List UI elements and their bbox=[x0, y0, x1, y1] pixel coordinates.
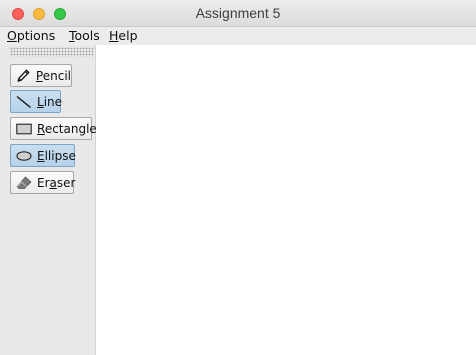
ellipse-label-post: llipse bbox=[44, 148, 76, 163]
eraser-label-mnemonic: a bbox=[49, 175, 57, 190]
eraser-label-post: ser bbox=[56, 175, 76, 190]
ellipse-label-mnemonic: E bbox=[37, 148, 45, 163]
title-bar[interactable]: Assignment 5 bbox=[0, 0, 476, 27]
menu-help[interactable]: Help bbox=[109, 27, 138, 45]
window-title: Assignment 5 bbox=[195, 5, 281, 21]
rectangle-tool-label: Rectangle bbox=[37, 122, 97, 136]
pencil-label-mnemonic: P bbox=[35, 68, 43, 83]
pencil-tool-button[interactable]: Pencil bbox=[10, 64, 72, 87]
rectangle-tool-button[interactable]: Rectangle bbox=[10, 117, 97, 140]
rectangle-label-mnemonic: R bbox=[37, 121, 45, 136]
menu-tools-label: ools bbox=[74, 28, 100, 43]
pencil-tool-label: Pencil bbox=[36, 69, 71, 83]
ellipse-tool-button[interactable]: Ellipse bbox=[10, 144, 76, 167]
eraser-tool-label: Eraser bbox=[37, 176, 75, 190]
ellipse-icon bbox=[16, 148, 32, 164]
line-label-post: ine bbox=[43, 94, 63, 109]
rectangle-label-post: ectangle bbox=[44, 121, 97, 136]
drawing-canvas[interactable] bbox=[96, 45, 476, 355]
line-tool-button[interactable]: Line bbox=[10, 90, 62, 113]
eraser-label-pre: Er bbox=[37, 175, 50, 190]
line-icon bbox=[16, 94, 32, 110]
app-window: Assignment 5 Options Tools Help Pencil L… bbox=[0, 0, 476, 355]
menu-options-mnemonic: O bbox=[7, 28, 17, 43]
pencil-label-post: encil bbox=[42, 68, 71, 83]
menu-tools[interactable]: Tools bbox=[69, 27, 100, 45]
menu-options-label: ptions bbox=[16, 28, 56, 43]
menu-options[interactable]: Options bbox=[7, 27, 55, 45]
rectangle-icon bbox=[16, 121, 32, 137]
tool-palette: Pencil Line Rectangle Ellipse Eraser bbox=[0, 45, 97, 355]
line-label-mnemonic: L bbox=[37, 94, 44, 109]
eraser-icon bbox=[16, 175, 32, 191]
menu-help-mnemonic: H bbox=[109, 28, 119, 43]
menu-bar: Options Tools Help bbox=[0, 27, 476, 45]
pencil-icon bbox=[16, 68, 31, 84]
line-tool-label: Line bbox=[37, 95, 62, 109]
menu-help-label: elp bbox=[118, 28, 138, 43]
eraser-tool-button[interactable]: Eraser bbox=[10, 171, 75, 194]
toolbar-drag-handle[interactable] bbox=[10, 47, 94, 57]
ellipse-tool-label: Ellipse bbox=[37, 149, 76, 163]
